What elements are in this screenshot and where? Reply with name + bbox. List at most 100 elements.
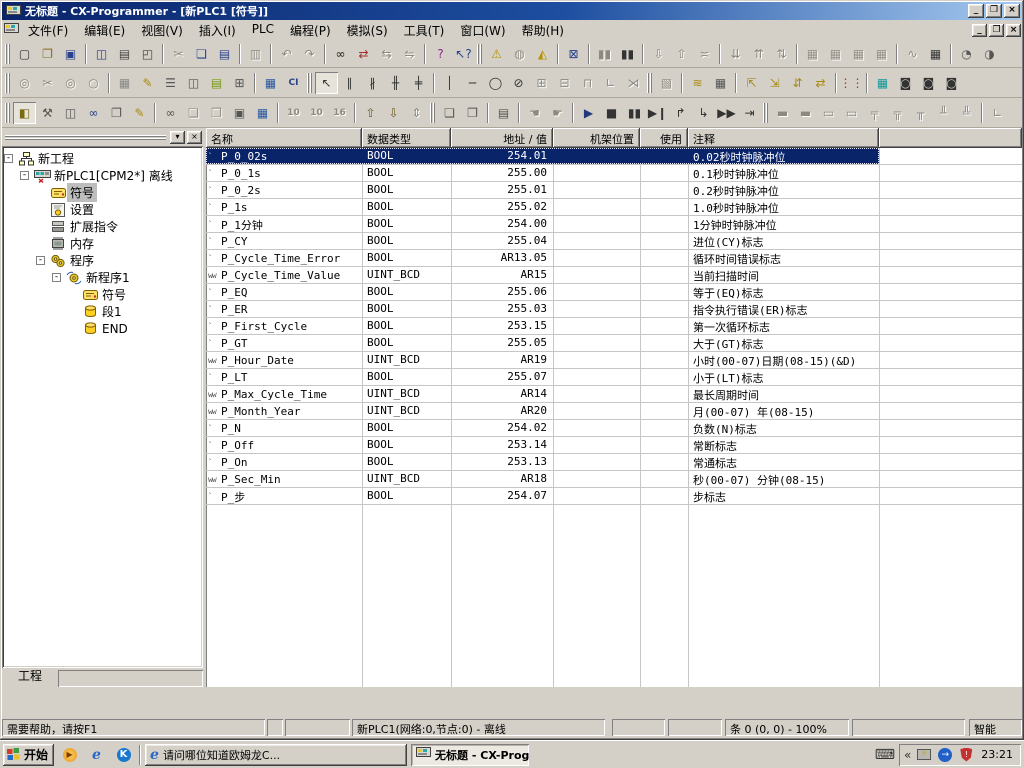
monitor-window-z-button[interactable]: ◙ — [894, 72, 917, 94]
window-layout-1-button[interactable]: ❏ — [438, 102, 461, 124]
panel-close-button[interactable]: × — [187, 131, 202, 144]
send-to-monitor-4-button[interactable]: ⇄ — [809, 72, 832, 94]
step-out-button[interactable]: ↳ — [692, 102, 715, 124]
new-closed-coil-button[interactable]: ⊘ — [507, 72, 530, 94]
toolbar-grip[interactable] — [647, 73, 652, 93]
symbol-tables-button[interactable]: ≋ — [686, 72, 709, 94]
window-layout-2-button[interactable]: ❐ — [461, 102, 484, 124]
table-row[interactable]: `P_CYBOOL255.04进位(CY)标志 — [206, 233, 1022, 250]
table-row[interactable]: `P_0_02sBOOL254.010.02秒时钟脉冲位 — [206, 148, 1022, 165]
line-erase-button[interactable]: ⋊ — [622, 72, 645, 94]
panel-menu-button[interactable]: ▾ — [170, 131, 185, 144]
menu-2[interactable]: 编辑(E) — [76, 20, 133, 42]
simulator-pause-button[interactable]: ▮▮ — [623, 102, 646, 124]
table-row[interactable]: `P_EQBOOL255.06等于(EQ)标志 — [206, 284, 1022, 301]
tree-expander-icon[interactable]: - — [4, 154, 13, 163]
rung-statistics-button[interactable]: ❐ — [205, 102, 228, 124]
minimize-button[interactable]: _ — [968, 4, 984, 18]
child-restore-button[interactable]: ❐ — [989, 24, 1004, 37]
format-signed-decimal-button[interactable]: 10 — [305, 102, 328, 124]
view-tree-button[interactable]: ⊞ — [228, 72, 251, 94]
cut-button[interactable]: ✂ — [167, 43, 190, 65]
window-split-button[interactable]: ◫ — [182, 72, 205, 94]
time-chart-monitor-button[interactable]: ▦ — [924, 43, 947, 65]
tree-item-plc[interactable]: -新PLC1[CPM2*] 离线 — [4, 167, 201, 184]
differential-monitor-button[interactable]: ∿ — [901, 43, 924, 65]
find-bit-address-button[interactable]: ⇆ — [375, 43, 398, 65]
input-method-keyboard-icon[interactable]: ⌨ — [875, 747, 895, 763]
table-row[interactable]: wwP_Max_Cycle_TimeUINT_BCDAR14最长周期时间 — [206, 386, 1022, 403]
format-decimal-button[interactable]: 10 — [282, 102, 305, 124]
simulator-stop-button[interactable]: ■ — [600, 102, 623, 124]
toggle-cross-reference-button[interactable]: ∞ — [82, 102, 105, 124]
delete-rung-button[interactable]: ▬ — [794, 102, 817, 124]
tab-project[interactable]: 工程 — [2, 668, 58, 687]
watch-window-button[interactable]: ⋮⋮ — [840, 72, 863, 94]
transfer-program-button[interactable]: ⇊ — [724, 43, 747, 65]
table-row[interactable]: `P_ERBOOL255.03指令执行错误(ER)标志 — [206, 301, 1022, 318]
run-to-end-button[interactable]: ⇥ — [738, 102, 761, 124]
monitor-in-grid-button[interactable]: ▦ — [251, 102, 274, 124]
view-mnemonics-button[interactable]: ▦ — [259, 72, 282, 94]
table-row[interactable]: wwP_Cycle_Time_ValueUINT_BCDAR15当前扫描时间 — [206, 267, 1022, 284]
step-into-button[interactable]: ↱ — [669, 102, 692, 124]
security-shield-tray-icon[interactable]: ! — [958, 747, 974, 763]
menu-9[interactable]: 窗口(W) — [452, 20, 513, 42]
toggle-address-reference-button[interactable]: ❐ — [105, 102, 128, 124]
memory-card-button[interactable]: ▦ — [709, 72, 732, 94]
menu-4[interactable]: 插入(I) — [191, 20, 244, 42]
table-row[interactable]: `P_0_2sBOOL255.010.2秒时钟脉冲位 — [206, 182, 1022, 199]
send-to-monitor-2-button[interactable]: ⇲ — [763, 72, 786, 94]
insert-row-button[interactable]: ▭ — [817, 102, 840, 124]
tree-item-expansion[interactable]: 扩展指令 — [4, 218, 201, 235]
pou-monitor-button[interactable]: ▦ — [871, 72, 894, 94]
toggle-output-window-button[interactable]: ⚒ — [36, 102, 59, 124]
column-header-3[interactable]: 地址 / 值 — [451, 128, 553, 148]
menu-6[interactable]: 编程(P) — [282, 20, 339, 42]
rung-branch-button[interactable]: ╥ — [909, 102, 932, 124]
online-edit-rung-button[interactable]: ▧ — [655, 72, 678, 94]
child-close-button[interactable]: × — [1006, 24, 1021, 37]
address-symbol-grid-button[interactable]: ▣ — [228, 102, 251, 124]
mdi-child-icon[interactable] — [2, 23, 20, 38]
help-button[interactable]: ? — [429, 43, 452, 65]
zoom-region-button[interactable]: ✂ — [36, 72, 59, 94]
tree-item-section[interactable]: 段1 — [4, 303, 201, 320]
table-row[interactable]: `P_OnBOOL253.13常通标志 — [206, 454, 1022, 471]
table-row[interactable]: `P_GTBOOL255.05大于(GT)标志 — [206, 335, 1022, 352]
download-to-plc-button[interactable]: ⇩ — [647, 43, 670, 65]
menu-10[interactable]: 帮助(H) — [514, 20, 572, 42]
polyline-tool-button[interactable]: ∟ — [986, 102, 1009, 124]
io-table-3-button[interactable]: ▦ — [847, 43, 870, 65]
tree-item-program[interactable]: -新程序1 — [4, 269, 201, 286]
column-header-4[interactable]: 机架位置 — [553, 128, 640, 148]
table-row[interactable]: `P_Cycle_Time_ErrorBOOLAR13.05循环时间错误标志 — [206, 250, 1022, 267]
io-table-1-button[interactable]: ▦ — [801, 43, 824, 65]
force-off-button[interactable]: ⇩ — [382, 102, 405, 124]
fb-parameter-button[interactable]: ⊟ — [553, 72, 576, 94]
compare-with-plc-button[interactable]: ≍ — [693, 43, 716, 65]
table-row[interactable]: wwP_Hour_DateUINT_BCDAR19小时(00-07)日期(08-… — [206, 352, 1022, 369]
zoom-in-button[interactable]: ◎ — [13, 72, 36, 94]
table-row[interactable]: `P_1分钟BOOL254.001分钟时钟脉冲位 — [206, 216, 1022, 233]
new-closed-contact-button[interactable]: ∦ — [361, 72, 384, 94]
online-check-button[interactable]: ◍ — [508, 43, 531, 65]
zoom-out-button[interactable]: ◎ — [59, 72, 82, 94]
redo-button[interactable]: ↷ — [298, 43, 321, 65]
table-row[interactable]: wwP_Sec_MinUINT_BCDAR18秒(00-07) 分钟(08-15… — [206, 471, 1022, 488]
vertical-line-button[interactable]: │ — [438, 72, 461, 94]
work-online-simulator-button[interactable]: ⊠ — [562, 43, 585, 65]
context-help-button[interactable]: ↖? — [452, 43, 475, 65]
upload-from-plc-button[interactable]: ⇧ — [670, 43, 693, 65]
table-row[interactable]: `P_OffBOOL253.14常断标志 — [206, 437, 1022, 454]
rung-annotation-list-button[interactable]: ☰ — [159, 72, 182, 94]
rung-join-top-button[interactable]: ╤ — [863, 102, 886, 124]
rung-branch-up-button[interactable]: ╨ — [932, 102, 955, 124]
toolbar-grip[interactable] — [5, 44, 10, 64]
column-header-2[interactable]: 数据类型 — [362, 128, 451, 148]
show-comment-button[interactable]: ✎ — [136, 72, 159, 94]
tree-item-project[interactable]: -新工程 — [4, 150, 201, 167]
force-cancel-button[interactable]: ⇕ — [405, 102, 428, 124]
copy-button[interactable]: ❏ — [190, 43, 213, 65]
tree-item-symbols[interactable]: 符号 — [4, 286, 201, 303]
